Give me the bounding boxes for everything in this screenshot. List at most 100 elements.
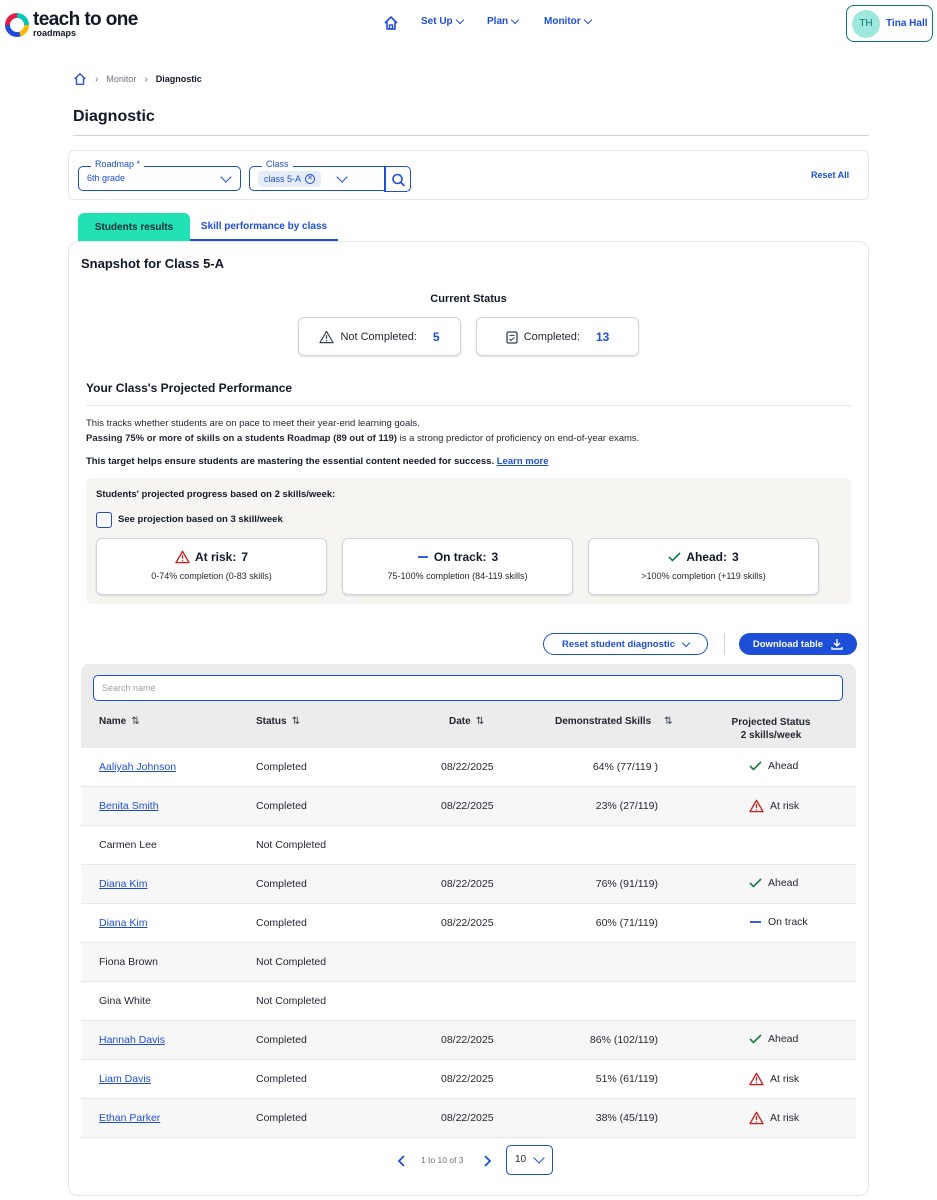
- chevron-left-icon[interactable]: [396, 1154, 408, 1168]
- search-button[interactable]: [384, 166, 411, 192]
- projected-divider: [86, 405, 851, 406]
- sort-icon[interactable]: ⇅: [476, 716, 484, 727]
- column-skills-label: Demonstrated Skills: [555, 716, 652, 727]
- tab-students-results[interactable]: Students results: [78, 213, 190, 241]
- learn-more-link[interactable]: Learn more: [497, 456, 549, 467]
- sort-icon[interactable]: ⇅: [292, 716, 300, 727]
- student-status: Completed: [256, 1073, 307, 1085]
- tab-skill-performance[interactable]: Skill performance by class: [190, 213, 338, 241]
- dash-icon: [750, 921, 761, 923]
- download-table-button[interactable]: Download table: [739, 633, 857, 655]
- sort-icon[interactable]: ⇅: [664, 716, 672, 727]
- class-chip[interactable]: class 5-A ✕: [258, 171, 322, 187]
- student-skills: 23% (27/119): [595, 800, 658, 812]
- projected-status: At risk: [749, 1072, 799, 1086]
- at-risk-range: 0-74% completion (0-83 skills): [151, 571, 272, 581]
- table-row: Liam Davis Completed 08/22/2025 51% (61/…: [81, 1060, 856, 1099]
- breadcrumb-home-icon[interactable]: [73, 72, 87, 86]
- warning-icon: [319, 330, 335, 343]
- student-name-link[interactable]: Benita Smith: [99, 800, 159, 812]
- reset-all-link[interactable]: Reset All: [811, 170, 849, 180]
- student-skills: 76% (91/119): [595, 878, 658, 890]
- student-name-link[interactable]: Ethan Parker: [99, 1112, 160, 1124]
- projection-3-skill-checkbox[interactable]: [96, 512, 112, 528]
- home-icon[interactable]: [383, 15, 399, 31]
- on-track-count: 3: [491, 550, 499, 564]
- breadcrumb-monitor[interactable]: Monitor: [106, 74, 136, 84]
- warning-icon: [175, 550, 190, 564]
- at-risk-heading: At risk: 7: [97, 550, 326, 564]
- student-name-link[interactable]: Aaliyah Johnson: [99, 761, 176, 773]
- title-divider: [73, 135, 869, 136]
- student-date: 08/22/2025: [441, 800, 494, 812]
- class-select[interactable]: Class class 5-A ✕: [249, 159, 386, 191]
- predictor-rest-text: is a strong predictor of proficiency on …: [396, 433, 640, 444]
- search-icon: [392, 173, 405, 187]
- target-text: This target helps ensure students are ma…: [86, 456, 495, 467]
- teach-to-one-logo[interactable]: teach to one roadmaps: [5, 9, 145, 41]
- breadcrumb: › Monitor › Diagnostic: [73, 71, 202, 87]
- student-name-link[interactable]: Hannah Davis: [99, 1034, 165, 1046]
- search-name-input[interactable]: [93, 675, 843, 701]
- not-completed-label: Not Completed:: [340, 330, 417, 343]
- warning-icon: [749, 1072, 764, 1086]
- student-name-link[interactable]: Liam Davis: [99, 1073, 151, 1085]
- chevron-down-icon: [336, 171, 348, 183]
- column-status-header[interactable]: Status ⇅: [256, 716, 300, 727]
- column-name-header[interactable]: Name ⇅: [99, 716, 140, 727]
- table-row: Carmen Lee Not Completed: [81, 826, 856, 865]
- sort-icon[interactable]: ⇅: [131, 716, 139, 727]
- roadmap-select[interactable]: Roadmap * 6th grade: [78, 159, 241, 191]
- completed-label: Completed:: [523, 330, 580, 343]
- roadmap-select-value: 6th grade: [87, 173, 126, 183]
- student-date: 08/22/2025: [441, 1112, 494, 1124]
- pagination-text: 1 to 10 of 3: [421, 1155, 464, 1165]
- at-risk-card: At risk: 7 0-74% completion (0-83 skills…: [96, 538, 327, 595]
- check-icon: [749, 761, 762, 771]
- projected-status-label: At risk: [770, 800, 800, 812]
- student-status: Completed: [256, 800, 307, 812]
- close-icon[interactable]: ✕: [305, 174, 316, 184]
- nav-set-up[interactable]: Set Up: [421, 15, 464, 27]
- student-status: Completed: [256, 878, 307, 890]
- on-track-card: On track: 3 75-100% completion (84-119 s…: [342, 538, 573, 595]
- projection-3-skill-label[interactable]: See projection based on 3 skill/week: [118, 514, 283, 525]
- snapshot-title: Snapshot for Class 5-A: [81, 256, 225, 271]
- at-risk-count: 7: [241, 550, 249, 564]
- warning-icon: [749, 1111, 764, 1125]
- nav-plan-label: Plan: [487, 16, 509, 27]
- user-menu-button[interactable]: TH Tina Hall: [846, 5, 933, 42]
- column-date-header[interactable]: Date ⇅: [449, 716, 484, 727]
- reset-student-diagnostic-label: Reset student diagnostic: [562, 638, 675, 650]
- column-name-label: Name: [99, 716, 127, 727]
- table-row: Ethan Parker Completed 08/22/2025 38% (4…: [81, 1099, 856, 1138]
- logo-ring-icon: [5, 13, 29, 37]
- student-status: Not Completed: [256, 995, 327, 1007]
- logo-sub-text: roadmaps: [33, 28, 77, 38]
- student-name-link[interactable]: Diana Kim: [99, 917, 147, 929]
- nav-monitor[interactable]: Monitor: [544, 15, 592, 27]
- chevron-right-icon[interactable]: [481, 1154, 493, 1168]
- projected-status: On track: [749, 916, 808, 928]
- page-title: Diagnostic: [73, 108, 155, 125]
- projected-status: Ahead: [749, 877, 798, 889]
- breadcrumb-separator-icon: ›: [95, 73, 99, 85]
- student-name-link[interactable]: Diana Kim: [99, 878, 147, 890]
- projected-status: At risk: [749, 799, 799, 813]
- breadcrumb-current: Diagnostic: [155, 74, 202, 84]
- projection-label: Students' projected progress based on 2 …: [96, 489, 336, 500]
- rows-per-page-select[interactable]: 10: [506, 1145, 553, 1175]
- warning-icon: [749, 799, 764, 813]
- check-icon: [668, 552, 681, 562]
- ahead-label: Ahead:: [686, 550, 727, 564]
- projected-status-label: At risk: [770, 1073, 800, 1085]
- nav-plan[interactable]: Plan: [487, 15, 520, 27]
- chevron-down-icon: [455, 15, 464, 25]
- projected-status-label: Ahead: [768, 877, 799, 889]
- student-date: 08/22/2025: [441, 917, 494, 929]
- reset-student-diagnostic-button[interactable]: Reset student diagnostic: [543, 633, 708, 655]
- dash-icon: [417, 556, 428, 558]
- on-track-label: On track:: [433, 550, 487, 564]
- projected-status-label: On track: [768, 916, 808, 928]
- column-skills-header[interactable]: Demonstrated Skills ⇅: [555, 716, 673, 727]
